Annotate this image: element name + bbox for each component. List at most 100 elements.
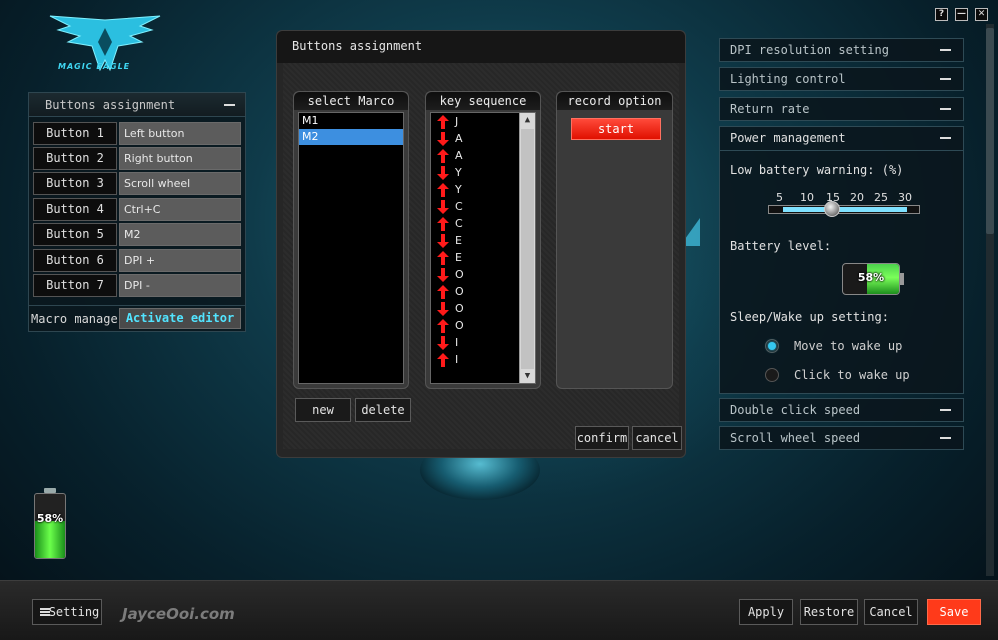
key-up-arrow-icon: [437, 319, 449, 333]
key-sequence-key: Y: [455, 166, 462, 179]
power-management-header[interactable]: Power management: [720, 127, 963, 151]
tick-label: 25: [874, 191, 888, 204]
button-5-assignment[interactable]: M2: [119, 223, 241, 246]
battery-level-label: Battery level:: [730, 239, 832, 253]
collapse-icon[interactable]: [940, 49, 951, 51]
cancel-button[interactable]: Cancel: [864, 599, 918, 625]
button-4-label[interactable]: Button 4: [33, 198, 117, 221]
lighting-control-section[interactable]: Lighting control: [719, 67, 964, 91]
button-row: Button 7 DPI -: [33, 274, 243, 297]
double-click-speed-section[interactable]: Double click speed: [719, 398, 964, 422]
key-sequence-key: E: [455, 251, 462, 264]
close-button[interactable]: ✕: [975, 8, 988, 21]
new-macro-button[interactable]: new: [295, 398, 351, 422]
dpi-resolution-section[interactable]: DPI resolution setting: [719, 38, 964, 62]
key-up-arrow-icon: [437, 353, 449, 367]
key-sequence-key: C: [455, 200, 463, 213]
button-row: Button 4 Ctrl+C: [33, 198, 243, 221]
apply-button[interactable]: Apply: [739, 599, 793, 625]
confirm-button[interactable]: confirm: [575, 426, 629, 450]
key-up-arrow-icon: [437, 149, 449, 163]
collapse-icon[interactable]: [940, 437, 951, 439]
button-2-assignment[interactable]: Right button: [119, 147, 241, 170]
button-3-label[interactable]: Button 3: [33, 172, 117, 195]
key-sequence-key: Y: [455, 183, 462, 196]
move-to-wake-label[interactable]: Move to wake up: [794, 339, 902, 353]
button-1-assignment[interactable]: Left button: [119, 122, 241, 145]
tick-label: 10: [800, 191, 814, 204]
scroll-wheel-speed-label: Scroll wheel speed: [730, 431, 861, 445]
return-rate-label: Return rate: [730, 102, 810, 116]
button-row: Button 3 Scroll wheel: [33, 172, 243, 195]
key-sequence-key: E: [455, 234, 462, 247]
scroll-thumb[interactable]: [521, 129, 534, 369]
click-to-wake-label[interactable]: Click to wake up: [794, 368, 910, 382]
key-sequence-scrollbar[interactable]: ▲ ▼: [519, 113, 535, 383]
slider-knob[interactable]: [824, 201, 840, 217]
collapse-icon[interactable]: [940, 108, 951, 110]
setting-button[interactable]: Setting: [32, 599, 102, 625]
scroll-up-icon[interactable]: ▲: [520, 113, 535, 127]
macro-list[interactable]: M1 M2: [298, 112, 404, 384]
record-option-column: record option start: [556, 91, 673, 389]
button-6-label[interactable]: Button 6: [33, 249, 117, 272]
key-down-arrow-icon: [437, 132, 449, 146]
watermark-text: JayceOoi.com: [122, 605, 235, 623]
key-sequence-header: key sequence: [426, 92, 540, 110]
cancel-dialog-button[interactable]: cancel: [632, 426, 682, 450]
key-sequence-key: C: [455, 217, 463, 230]
collapse-icon[interactable]: [940, 409, 951, 411]
key-sequence-key: I: [455, 353, 459, 366]
button-7-label[interactable]: Button 7: [33, 274, 117, 297]
scroll-thumb[interactable]: [986, 28, 994, 234]
battery-body: [34, 493, 66, 559]
key-down-arrow-icon: [437, 336, 449, 350]
click-to-wake-radio[interactable]: [765, 368, 779, 382]
save-button[interactable]: Save: [927, 599, 981, 625]
start-record-button[interactable]: start: [571, 118, 661, 140]
key-up-arrow-icon: [437, 183, 449, 197]
delete-macro-button[interactable]: delete: [355, 398, 411, 422]
sleep-wake-label: Sleep/Wake up setting:: [730, 310, 889, 324]
tick-label: 20: [850, 191, 864, 204]
collapse-icon[interactable]: [940, 78, 951, 80]
low-battery-slider[interactable]: [768, 205, 920, 214]
button-7-assignment[interactable]: DPI -: [119, 274, 241, 297]
key-up-arrow-icon: [437, 285, 449, 299]
button-row: Button 6 DPI +: [33, 249, 243, 272]
button-6-assignment[interactable]: DPI +: [119, 249, 241, 272]
low-battery-warning-label: Low battery warning: (%): [730, 163, 904, 177]
menu-icon: [40, 608, 50, 616]
key-sequence-key: O: [455, 285, 464, 298]
minimize-button[interactable]: —: [955, 8, 968, 21]
key-sequence-list[interactable]: JAAYYCCEEOOOOII ▲ ▼: [430, 112, 536, 384]
right-scrollbar[interactable]: [986, 24, 994, 576]
collapse-icon[interactable]: [224, 104, 235, 106]
button-4-assignment[interactable]: Ctrl+C: [119, 198, 241, 221]
button-5-label[interactable]: Button 5: [33, 223, 117, 246]
key-sequence-key: A: [455, 132, 463, 145]
move-to-wake-radio[interactable]: [765, 339, 779, 353]
macro-item-m1[interactable]: M1: [299, 113, 403, 129]
macro-item-m2[interactable]: M2: [299, 129, 403, 145]
buttons-assignment-dialog: Buttons assignment select Marco M1 M2 ke…: [276, 30, 686, 458]
key-sequence-key: A: [455, 149, 463, 162]
select-macro-column: select Marco M1 M2: [293, 91, 409, 389]
key-sequence-column: key sequence JAAYYCCEEOOOOII ▲ ▼: [425, 91, 541, 389]
button-1-label[interactable]: Button 1: [33, 122, 117, 145]
battery-cap: [900, 273, 904, 285]
tick-label: 30: [898, 191, 912, 204]
return-rate-section[interactable]: Return rate: [719, 97, 964, 121]
button-3-assignment[interactable]: Scroll wheel: [119, 172, 241, 195]
collapse-icon[interactable]: [940, 137, 951, 139]
scroll-wheel-speed-section[interactable]: Scroll wheel speed: [719, 426, 964, 450]
activate-editor-button[interactable]: Activate editor: [119, 308, 241, 329]
scroll-down-icon[interactable]: ▼: [520, 369, 535, 383]
button-2-label[interactable]: Button 2: [33, 147, 117, 170]
key-sequence-key: O: [455, 268, 464, 281]
panel-header[interactable]: Buttons assignment: [29, 93, 245, 117]
help-button[interactable]: ?: [935, 8, 948, 21]
restore-button[interactable]: Restore: [800, 599, 858, 625]
key-sequence-key: J: [455, 115, 459, 128]
battery-indicator: 58%: [32, 488, 68, 560]
